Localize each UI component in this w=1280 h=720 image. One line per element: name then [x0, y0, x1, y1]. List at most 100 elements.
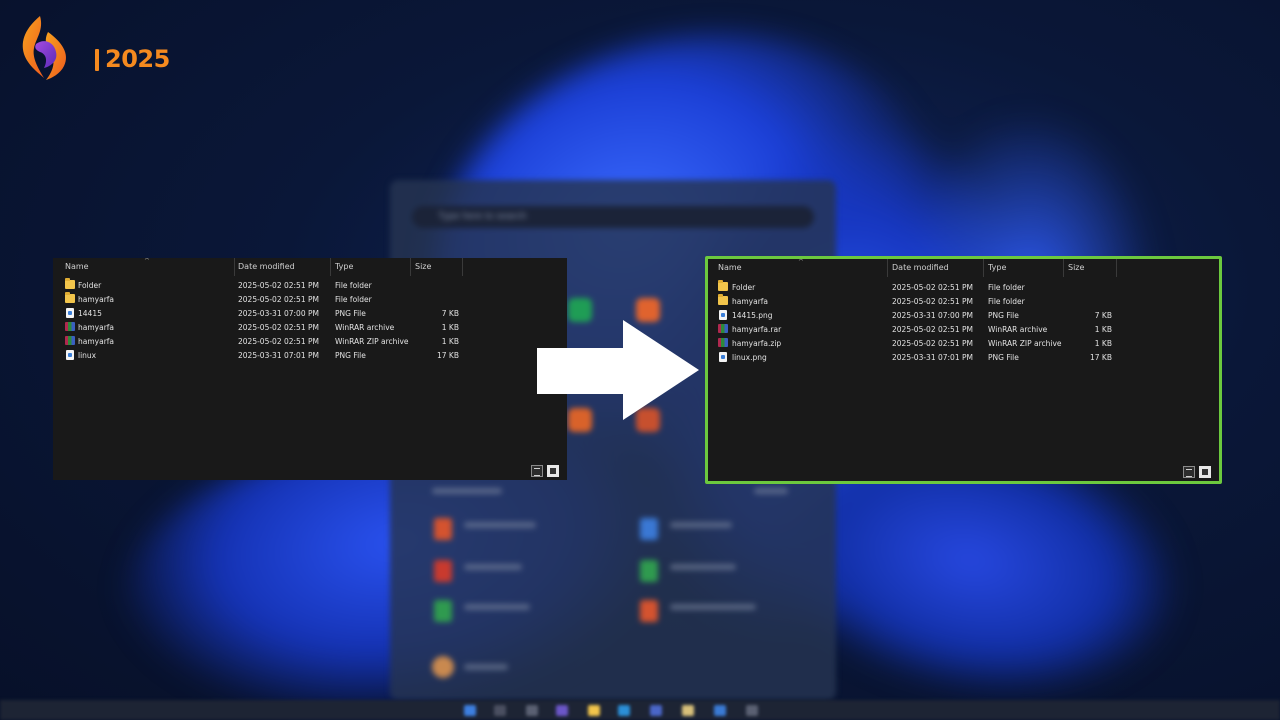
folder-icon — [718, 280, 728, 291]
png-file-icon — [719, 352, 727, 362]
recent-file-name — [670, 604, 756, 610]
file-date: 2025-05-02 02:51 PM — [238, 295, 319, 304]
file-name: Folder — [732, 283, 756, 292]
column-header-date[interactable]: Date modified — [892, 263, 949, 272]
column-divider[interactable] — [983, 259, 984, 277]
details-view-button[interactable] — [531, 465, 543, 477]
file-name: hamyarfa — [78, 295, 115, 304]
column-header-name[interactable]: Name — [65, 262, 89, 271]
start-search-box: Type here to search — [412, 206, 814, 228]
file-type: WinRAR archive — [988, 325, 1048, 334]
file-date: 2025-05-02 02:51 PM — [892, 297, 973, 306]
brand-logo: 2025 — [18, 14, 170, 80]
user-name-blurred — [464, 664, 508, 670]
file-type: PNG File — [988, 311, 1019, 320]
file-name: linux — [78, 351, 97, 360]
rar-archive-icon — [65, 322, 75, 331]
recent-file-icon — [640, 600, 658, 622]
file-row[interactable]: linux.png 2025-03-31 07:01 PM PNG File 1… — [708, 350, 1219, 364]
file-type: PNG File — [335, 351, 366, 360]
recent-file-name — [670, 522, 732, 528]
file-type: WinRAR archive — [335, 323, 395, 332]
pinned-app-icon — [636, 298, 660, 322]
recent-file-icon — [640, 518, 658, 540]
file-name: Folder — [78, 281, 102, 290]
explorer-pane-after: ^ Name Date modified Type Size Folder 20… — [705, 256, 1222, 484]
file-type: WinRAR ZIP archive — [988, 339, 1062, 348]
file-date: 2025-05-02 02:51 PM — [892, 283, 973, 292]
start-icon — [464, 705, 476, 716]
file-type: File folder — [988, 297, 1025, 306]
pinned-app-icon — [568, 298, 592, 322]
file-size: 17 KB — [1090, 353, 1112, 362]
png-file-icon — [66, 308, 74, 318]
file-name: linux.png — [732, 353, 767, 362]
column-divider[interactable] — [330, 258, 331, 276]
file-date: 2025-03-31 07:01 PM — [238, 351, 319, 360]
file-date: 2025-03-31 07:01 PM — [892, 353, 973, 362]
recent-file-icon — [434, 518, 452, 540]
file-name: hamyarfa — [78, 337, 115, 346]
file-date: 2025-05-02 02:51 PM — [238, 337, 319, 346]
file-row[interactable]: hamyarfa 2025-05-02 02:51 PM File folder — [708, 294, 1219, 308]
file-date: 2025-05-02 02:51 PM — [892, 339, 973, 348]
column-header-date[interactable]: Date modified — [238, 262, 295, 271]
column-divider[interactable] — [1063, 259, 1064, 277]
file-row[interactable]: hamyarfa 2025-05-02 02:51 PM File folder — [53, 292, 567, 306]
widgets-icon — [556, 705, 568, 716]
file-row[interactable]: 14415 2025-03-31 07:00 PM PNG File 7 KB — [53, 306, 567, 320]
file-name: 14415 — [78, 309, 102, 318]
column-header-row: ^ Name Date modified Type Size — [53, 258, 567, 278]
file-row[interactable]: hamyarfa 2025-05-02 02:51 PM WinRAR ZIP … — [53, 334, 567, 348]
start-search-placeholder: Type here to search — [438, 211, 527, 222]
file-date: 2025-05-02 02:51 PM — [238, 323, 319, 332]
large-icons-view-button[interactable] — [1199, 466, 1211, 478]
more-button-blurred — [754, 488, 788, 494]
file-size: 1 KB — [1094, 325, 1112, 334]
view-toggle — [531, 465, 563, 477]
taskbar — [0, 700, 1280, 720]
search-icon — [494, 705, 506, 716]
column-divider[interactable] — [234, 258, 235, 276]
file-row[interactable]: hamyarfa.zip 2025-05-02 02:51 PM WinRAR … — [708, 336, 1219, 350]
file-type: PNG File — [335, 309, 366, 318]
file-type: File folder — [335, 281, 372, 290]
column-header-size[interactable]: Size — [1068, 263, 1084, 272]
recent-file-name — [670, 564, 736, 570]
file-row[interactable]: 14415.png 2025-03-31 07:00 PM PNG File 7… — [708, 308, 1219, 322]
file-row[interactable]: linux 2025-03-31 07:01 PM PNG File 17 KB — [53, 348, 567, 362]
details-view-button[interactable] — [1183, 466, 1195, 478]
zip-archive-icon — [65, 336, 75, 345]
file-row[interactable]: Folder 2025-05-02 02:51 PM File folder — [708, 280, 1219, 294]
user-avatar — [432, 656, 454, 678]
column-header-name[interactable]: Name — [718, 263, 742, 272]
recent-file-icon — [640, 560, 658, 582]
file-size: 1 KB — [1094, 339, 1112, 348]
png-file-icon — [719, 310, 727, 320]
rar-archive-icon — [718, 324, 728, 333]
column-divider[interactable] — [410, 258, 411, 276]
file-row[interactable]: hamyarfa 2025-05-02 02:51 PM WinRAR arch… — [53, 320, 567, 334]
logo-separator — [95, 49, 99, 71]
sort-ascending-icon: ^ — [144, 258, 150, 265]
folder-icon — [718, 294, 728, 305]
right-arrow-icon — [537, 320, 699, 420]
brand-mark-icon — [22, 16, 67, 80]
file-row[interactable]: hamyarfa.rar 2025-05-02 02:51 PM WinRAR … — [708, 322, 1219, 336]
column-header-type[interactable]: Type — [335, 262, 353, 271]
task-view-icon — [526, 705, 538, 716]
column-divider[interactable] — [887, 259, 888, 277]
column-header-size[interactable]: Size — [415, 262, 431, 271]
file-row[interactable]: Folder 2025-05-02 02:51 PM File folder — [53, 278, 567, 292]
column-header-type[interactable]: Type — [988, 263, 1006, 272]
column-divider[interactable] — [462, 258, 463, 276]
file-name: hamyarfa — [732, 297, 769, 306]
file-date: 2025-03-31 07:00 PM — [238, 309, 319, 318]
recent-file-name — [464, 564, 522, 570]
file-type: WinRAR ZIP archive — [335, 337, 409, 346]
file-date: 2025-03-31 07:00 PM — [892, 311, 973, 320]
column-divider[interactable] — [1116, 259, 1117, 277]
large-icons-view-button[interactable] — [547, 465, 559, 477]
logo-year: 2025 — [105, 45, 170, 73]
app-icon — [714, 705, 726, 716]
